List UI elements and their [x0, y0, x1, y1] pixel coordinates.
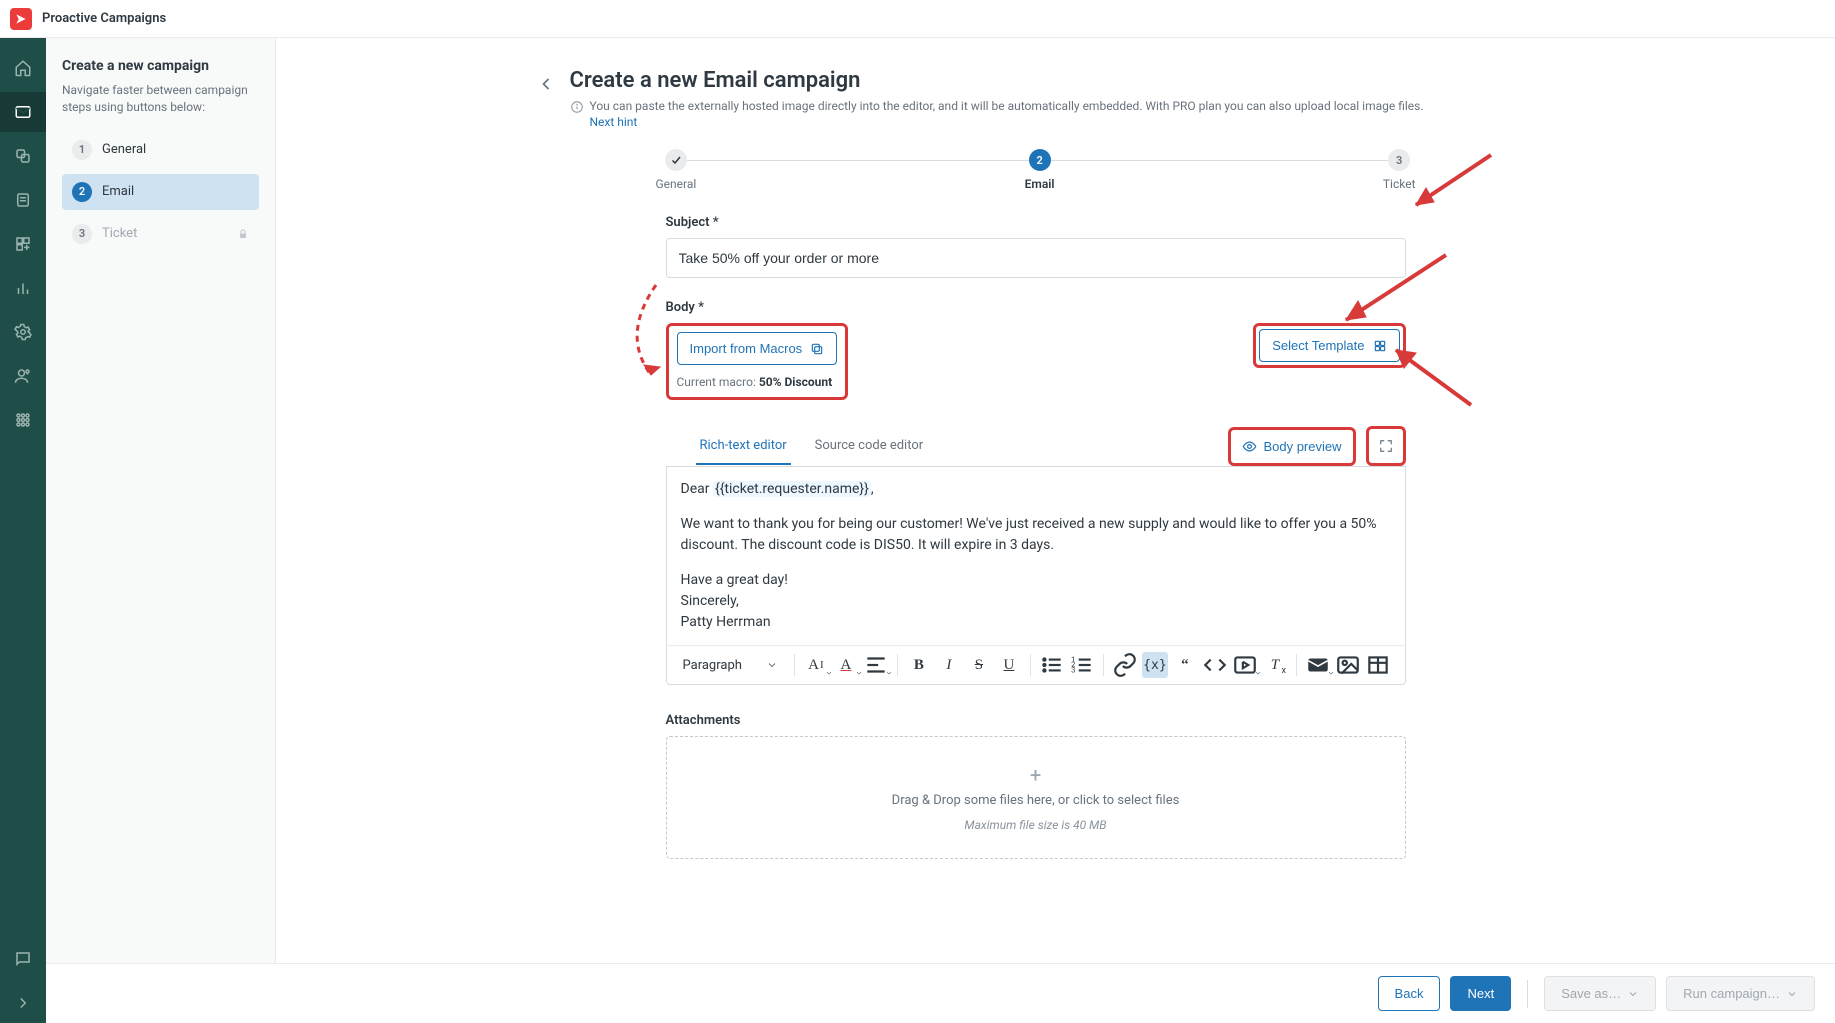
step-number: 3 [72, 224, 92, 244]
page-title: Create a new Email campaign [570, 68, 1424, 93]
plus-icon: + [693, 763, 1379, 787]
mail-insert-button[interactable] [1305, 652, 1331, 678]
sidepanel-title: Create a new campaign [62, 58, 259, 74]
italic-button[interactable]: I [936, 652, 962, 678]
font-family-button[interactable]: AI [803, 652, 829, 678]
stepper-label: Email [1025, 177, 1055, 191]
font-color-button[interactable]: A [833, 652, 859, 678]
rail-analytics[interactable] [0, 268, 46, 308]
stepper-node-ticket: 3 Ticket [1383, 149, 1416, 191]
rail-home[interactable] [0, 48, 46, 88]
back-chevron-icon[interactable] [536, 74, 556, 94]
media-button[interactable] [1232, 652, 1258, 678]
editor-body[interactable]: Dear {{ticket.requester.name}}, We want … [666, 467, 1406, 645]
paragraph-select[interactable]: Paragraph [675, 654, 786, 677]
body-preview-button[interactable]: Body preview [1234, 433, 1349, 460]
import-macros-button[interactable]: Import from Macros [677, 332, 838, 365]
nav-rail [0, 38, 46, 1023]
main-area: Create a new Email campaign You can past… [276, 38, 1835, 1023]
footer-bar: Back Next Save as… Run campaign… [46, 963, 1835, 1023]
annotation-box-template: Select Template [1253, 323, 1405, 368]
step-email[interactable]: 2 Email [62, 174, 259, 210]
rail-lists[interactable] [0, 180, 46, 220]
quote-button[interactable]: “ [1172, 652, 1198, 678]
chevron-down-icon [1627, 988, 1639, 1000]
step-label: General [102, 142, 146, 157]
code-button[interactable] [1202, 652, 1228, 678]
rail-mail[interactable] [0, 92, 46, 132]
ol-button[interactable]: 123 [1069, 652, 1095, 678]
app-logo [10, 8, 32, 30]
step-number: 2 [72, 182, 92, 202]
dropzone-max: Maximum file size is 40 MB [693, 818, 1379, 832]
editor-toolbar: Paragraph AI A B I S U 123 [666, 645, 1406, 685]
rail-expand[interactable] [0, 983, 46, 1023]
next-hint-link[interactable]: Next hint [590, 115, 1424, 129]
tab-source[interactable]: Source code editor [811, 428, 928, 465]
current-macro-text: Current macro: 50% Discount [677, 375, 838, 389]
subject-input[interactable] [666, 238, 1406, 278]
strike-button[interactable]: S [966, 652, 992, 678]
side-panel: Create a new campaign Navigate faster be… [46, 38, 276, 1023]
rail-settings[interactable] [0, 312, 46, 352]
hint-text: You can paste the externally hosted imag… [590, 99, 1424, 113]
copy-icon [810, 342, 824, 356]
rail-templates[interactable] [0, 136, 46, 176]
tab-richtext[interactable]: Rich-text editor [696, 428, 791, 465]
chevron-down-icon [1786, 988, 1798, 1000]
sidepanel-desc: Navigate faster between campaign steps u… [62, 82, 259, 116]
attachments-dropzone[interactable]: + Drag & Drop some files here, or click … [666, 736, 1406, 859]
annotation-box-import: Import from Macros Current macro: 50% Di… [666, 323, 849, 400]
rail-views[interactable] [0, 224, 46, 264]
merge-placeholder: {{ticket.requester.name}} [713, 481, 871, 497]
subject-label: Subject * [666, 215, 1406, 230]
attachments-label: Attachments [666, 713, 1406, 728]
image-button[interactable] [1335, 652, 1361, 678]
dropzone-text: Drag & Drop some files here, or click to… [693, 793, 1379, 808]
next-button[interactable]: Next [1450, 976, 1511, 1011]
progress-stepper: General 2 Email 3 Ticket [656, 149, 1416, 191]
step-number: 1 [72, 140, 92, 160]
svg-text:3: 3 [1071, 666, 1075, 675]
rail-chat[interactable] [0, 939, 46, 979]
stepper-label: General [656, 177, 697, 191]
select-template-button[interactable]: Select Template [1259, 329, 1399, 362]
step-label: Email [102, 184, 134, 199]
table-button[interactable] [1365, 652, 1391, 678]
stepper-label: Ticket [1383, 177, 1416, 191]
bold-button[interactable]: B [906, 652, 932, 678]
step-general[interactable]: 1 General [62, 132, 259, 168]
expand-icon [1379, 439, 1393, 453]
app-title: Proactive Campaigns [42, 11, 166, 26]
rail-agents[interactable] [0, 356, 46, 396]
placeholder-button[interactable]: {x} [1142, 652, 1168, 678]
step-ticket: 3 Ticket [62, 216, 259, 252]
step-label: Ticket [102, 226, 137, 241]
run-campaign-button[interactable]: Run campaign… [1666, 976, 1815, 1011]
link-button[interactable] [1112, 652, 1138, 678]
lock-icon [237, 228, 249, 240]
expand-button[interactable] [1372, 432, 1400, 460]
underline-button[interactable]: U [996, 652, 1022, 678]
stepper-node-email[interactable]: 2 Email [1025, 149, 1055, 191]
ul-button[interactable] [1039, 652, 1065, 678]
info-icon [570, 100, 584, 114]
save-as-button[interactable]: Save as… [1544, 976, 1656, 1011]
back-button[interactable]: Back [1378, 976, 1441, 1011]
stepper-node-general[interactable]: General [656, 149, 697, 191]
topbar: Proactive Campaigns [0, 0, 1835, 38]
annotation-box-preview: Body preview [1228, 427, 1355, 466]
align-button[interactable] [863, 652, 889, 678]
grid-icon [1373, 339, 1387, 353]
rail-apps[interactable] [0, 400, 46, 440]
clear-format-button[interactable]: Tx [1262, 652, 1288, 678]
body-label: Body * [666, 300, 1406, 315]
eye-icon [1242, 439, 1257, 454]
annotation-box-expand [1366, 426, 1406, 466]
